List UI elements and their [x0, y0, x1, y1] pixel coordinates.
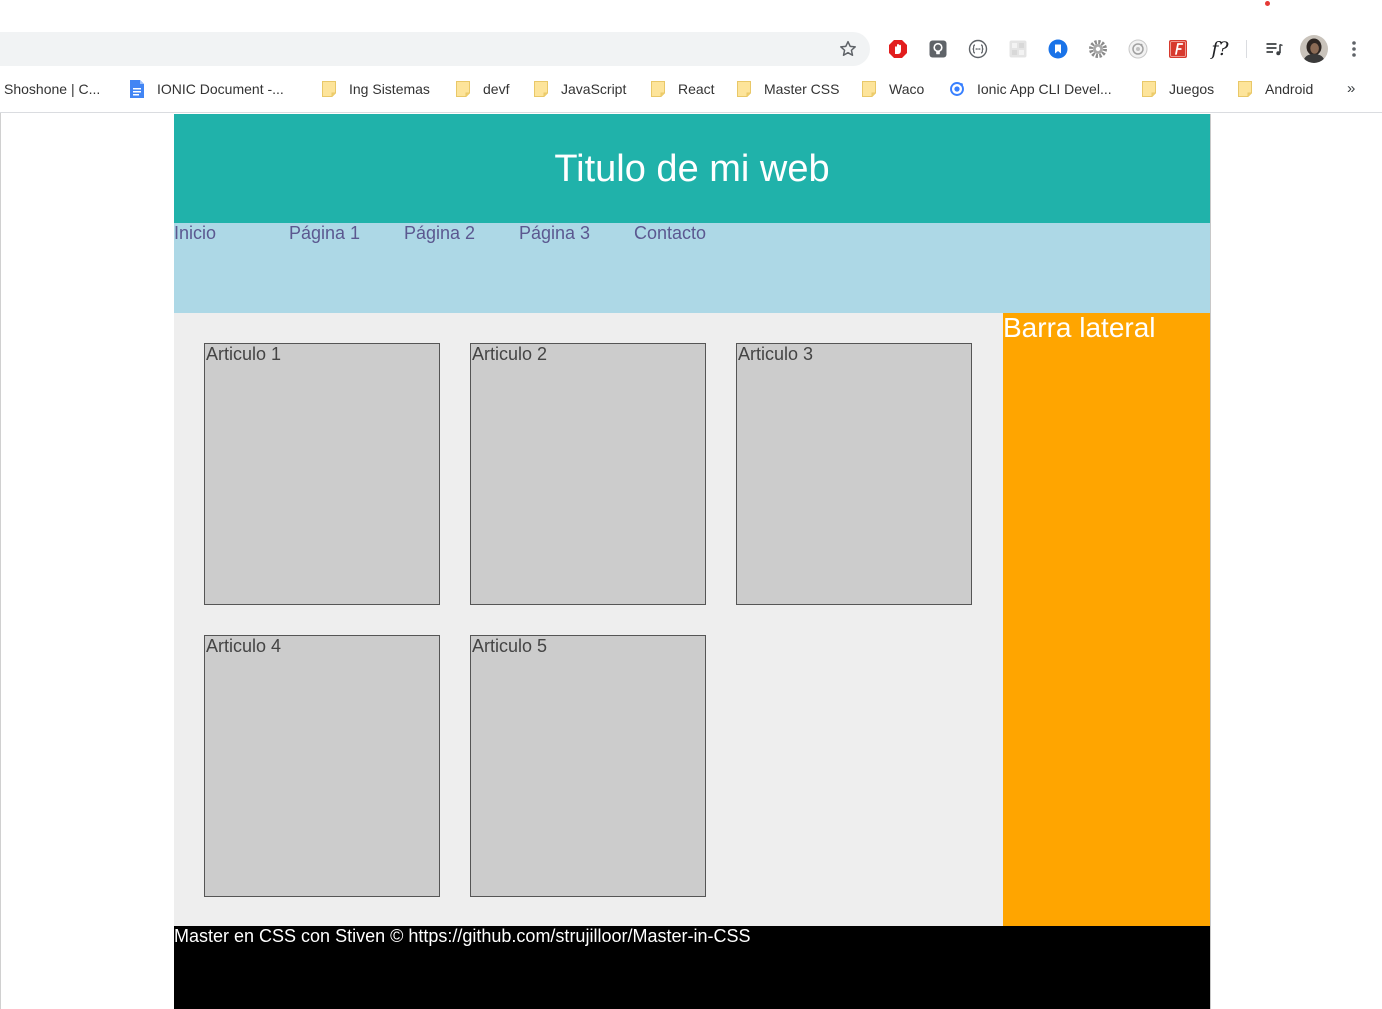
articles-section: Articulo 1 Articulo 2 Articulo 3 Articul…	[174, 313, 1003, 926]
bookmark-label: Juegos	[1169, 81, 1215, 97]
folder-icon	[736, 79, 752, 99]
media-queue-icon[interactable]	[1264, 39, 1284, 59]
bookmark-label: Android	[1265, 81, 1314, 97]
bookmark-folder[interactable]: JavaScript	[533, 72, 626, 106]
bookmark-folder[interactable]: Waco	[861, 72, 924, 106]
bookmarks-bar: Shoshone | C... IONIC Document -... Ing …	[0, 72, 1382, 106]
site-footer: Master en CSS con Stiven © https://githu…	[174, 926, 1210, 1009]
article-title: Articulo 5	[472, 636, 548, 656]
page-viewport: Titulo de mi web Inicio Página 1 Página …	[0, 113, 1382, 1009]
block-site-icon[interactable]	[888, 39, 908, 59]
bookmark-folder[interactable]: Juegos	[1141, 72, 1214, 106]
article-title: Articulo 2	[472, 344, 548, 364]
bookmark-label: Ing Sistemas	[349, 81, 430, 97]
site-container: Titulo de mi web Inicio Página 1 Página …	[174, 114, 1211, 1009]
article-card: Articulo 5	[470, 635, 706, 897]
browser-toolbar: f?	[0, 0, 1382, 72]
bookmark-folder[interactable]: devf	[455, 72, 509, 106]
article-title: Articulo 1	[206, 344, 282, 364]
pixel-grid-icon[interactable]	[1008, 39, 1028, 59]
footer-text: Master en CSS con Stiven © https://githu…	[174, 926, 751, 946]
article-title: Articulo 4	[206, 636, 282, 656]
article-card: Articulo 2	[470, 343, 706, 605]
article-card: Articulo 1	[204, 343, 440, 605]
bookmark-label: Ionic App CLI Devel...	[977, 81, 1112, 97]
address-input[interactable]	[0, 32, 820, 66]
main-area: Articulo 1 Articulo 2 Articulo 3 Articul…	[174, 313, 1210, 926]
folder-icon	[533, 79, 549, 99]
bookmark-item[interactable]: Ionic App CLI Devel...	[949, 72, 1112, 106]
bookmark-folder[interactable]: Master CSS	[736, 72, 839, 106]
whatfont-icon[interactable]: f?	[1207, 36, 1233, 62]
ionic-icon	[949, 79, 965, 99]
google-docs-icon	[129, 79, 145, 99]
bookmark-icon[interactable]	[1048, 39, 1068, 59]
folder-icon	[650, 79, 666, 99]
sidebar-title: Barra lateral	[1003, 312, 1156, 343]
lightbulb-icon[interactable]	[928, 39, 948, 59]
nav-link-contacto[interactable]: Contacto	[634, 223, 749, 243]
omnibox[interactable]	[0, 32, 870, 66]
bookmark-label: React	[678, 81, 715, 97]
folder-icon	[321, 79, 337, 99]
bookmark-label: JavaScript	[561, 81, 627, 97]
red-f-icon[interactable]	[1168, 39, 1188, 59]
notification-dot	[1265, 1, 1270, 6]
bookmark-label: IONIC Document -...	[157, 81, 284, 97]
gear-icon[interactable]	[1088, 39, 1108, 59]
folder-icon	[1141, 79, 1157, 99]
bookmark-item[interactable]: IONIC Document -...	[129, 72, 284, 106]
sidebar: Barra lateral	[1003, 313, 1210, 926]
nav-link-pagina-3[interactable]: Página 3	[519, 223, 634, 243]
folder-icon	[455, 79, 471, 99]
star-icon[interactable]	[838, 39, 858, 59]
article-card: Articulo 3	[736, 343, 972, 605]
folder-icon	[1237, 79, 1253, 99]
bookmark-label: Waco	[889, 81, 925, 97]
bookmark-folder[interactable]: Android	[1237, 72, 1313, 106]
bookmark-folder[interactable]: Ing Sistemas	[321, 72, 430, 106]
article-card: Articulo 4	[204, 635, 440, 897]
bookmark-folder[interactable]: React	[650, 72, 715, 106]
bookmark-label: Shoshone | C...	[4, 81, 101, 97]
viewport-edge	[0, 113, 1, 1009]
camera-lens-icon[interactable]	[1128, 39, 1148, 59]
nav-link-inicio[interactable]: Inicio	[174, 223, 289, 243]
profile-avatar[interactable]	[1300, 35, 1328, 63]
code-braces-icon[interactable]	[968, 39, 988, 59]
main-nav: Inicio Página 1 Página 2 Página 3 Contac…	[174, 223, 1210, 313]
bookmark-item[interactable]: Shoshone | C...	[4, 72, 100, 106]
folder-icon	[861, 79, 877, 99]
page-title: Titulo de mi web	[554, 147, 830, 190]
bookmark-label: devf	[483, 81, 510, 97]
nav-link-pagina-2[interactable]: Página 2	[404, 223, 519, 243]
toolbar-separator	[1246, 40, 1247, 58]
bookmark-label: Master CSS	[764, 81, 840, 97]
article-title: Articulo 3	[738, 344, 814, 364]
nav-link-pagina-1[interactable]: Página 1	[289, 223, 404, 243]
bookmarks-overflow-button[interactable]: »	[1347, 72, 1355, 106]
site-header: Titulo de mi web	[174, 114, 1210, 223]
kebab-menu-icon[interactable]	[1344, 39, 1364, 59]
